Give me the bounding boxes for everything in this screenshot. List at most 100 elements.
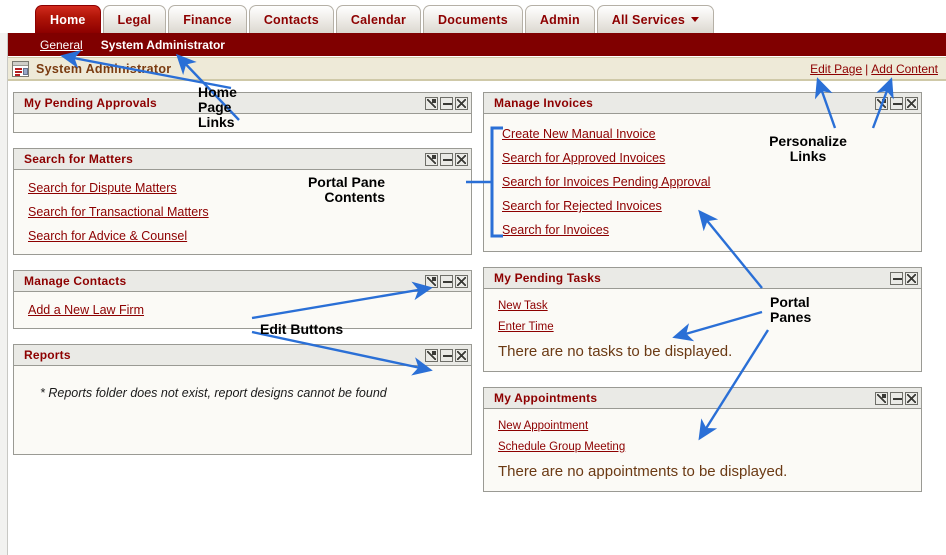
portlet-header: My Pending Approvals (14, 93, 471, 114)
tab-finance[interactable]: Finance (168, 5, 247, 33)
right-portlet-column: Manage Invoices Create New Manual Invoice… (483, 92, 922, 507)
portlet-header: My Appointments (484, 388, 921, 409)
tab-label: Admin (539, 12, 580, 27)
portlet-link[interactable]: Search for Dispute Matters (28, 181, 177, 195)
tab-label: Contacts (263, 12, 319, 27)
tab-legal[interactable]: Legal (102, 5, 167, 33)
close-icon[interactable] (455, 348, 468, 362)
portlet-body: Search for Dispute Matters Search for Tra… (14, 170, 471, 254)
close-icon[interactable] (905, 271, 918, 285)
tab-label: Documents (438, 12, 508, 27)
portlet-search-for-matters: Search for Matters Search for Dispute Mat… (13, 148, 472, 255)
portlet-my-pending-tasks: My Pending Tasks New Task Enter Time There … (483, 267, 922, 372)
portlet-button-group (875, 391, 918, 405)
edit-icon[interactable] (425, 348, 438, 362)
portlet-button-group (425, 96, 468, 110)
tab-label: Finance (183, 12, 232, 27)
add-content-link[interactable]: Add Content (871, 62, 938, 76)
portlet-body: New Task Enter Time There are no tasks to … (484, 289, 921, 371)
portlet-body: Add a New Law Firm (14, 292, 471, 328)
portlet-manage-invoices: Manage Invoices Create New Manual Invoice… (483, 92, 922, 252)
portlet-title: My Pending Approvals (24, 96, 157, 110)
portlet-body: Create New Manual Invoice Search for Appr… (484, 114, 921, 251)
tab-home[interactable]: Home (35, 5, 101, 33)
portlet-button-group (425, 348, 468, 362)
portlet-link[interactable]: Search for Advice & Counsel (28, 229, 187, 243)
portlet-body: * Reports folder does not exist, report … (14, 366, 471, 454)
portlet-title: My Pending Tasks (494, 271, 602, 285)
portlet-reports: Reports * Reports folder does not exist, … (13, 344, 472, 455)
portlet-button-group (425, 152, 468, 166)
portlet-my-appointments: My Appointments New Appointment Schedule G… (483, 387, 922, 492)
tab-label: All Services (611, 12, 686, 27)
edit-icon[interactable] (875, 96, 888, 110)
tab-label: Legal (117, 12, 152, 27)
close-icon[interactable] (455, 274, 468, 288)
portlet-manage-contacts: Manage Contacts Add a New Law Firm (13, 270, 472, 329)
left-portlet-column: My Pending Approvals Search for Matters Se… (13, 92, 472, 470)
portlet-empty-message: There are no appointments to be displaye… (498, 463, 788, 480)
portlet-link[interactable]: Create New Manual Invoice (502, 127, 656, 141)
portlet-link[interactable]: Search for Invoices (502, 223, 609, 237)
edit-icon[interactable] (425, 274, 438, 288)
portlet-title: Manage Invoices (494, 96, 594, 110)
minimize-icon[interactable] (440, 96, 453, 110)
tab-all-services[interactable]: All Services (596, 5, 715, 33)
left-gutter-strip (0, 0, 8, 555)
portlet-link[interactable]: Schedule Group Meeting (498, 441, 625, 453)
minimize-icon[interactable] (440, 152, 453, 166)
portlet-link[interactable]: New Task (498, 300, 548, 312)
close-icon[interactable] (905, 96, 918, 110)
close-icon[interactable] (455, 96, 468, 110)
tab-calendar[interactable]: Calendar (335, 5, 422, 33)
page-title: System Administrator (36, 61, 172, 76)
portal-page-icon (12, 60, 29, 77)
subnav-link-general[interactable]: General (40, 38, 83, 52)
close-icon[interactable] (905, 391, 918, 405)
portlet-my-pending-approvals: My Pending Approvals (13, 92, 472, 133)
portlet-title: My Appointments (494, 391, 598, 405)
portlet-link[interactable]: New Appointment (498, 420, 588, 432)
edit-icon[interactable] (425, 96, 438, 110)
portal-page: Home Legal Finance Contacts Calendar Document… (0, 0, 946, 555)
portlet-header: Manage Contacts (14, 271, 471, 292)
subnav-current-page: System Administrator (100, 37, 225, 52)
personalize-separator: | (865, 61, 869, 76)
portlet-link[interactable]: Search for Rejected Invoices (502, 199, 662, 213)
tab-contacts[interactable]: Contacts (248, 5, 334, 33)
tab-label: Home (50, 12, 86, 27)
portlet-link[interactable]: Search for Transactional Matters (28, 205, 209, 219)
tab-admin[interactable]: Admin (524, 5, 595, 33)
edit-icon[interactable] (875, 391, 888, 405)
minimize-icon[interactable] (440, 348, 453, 362)
sub-navigation-bar: General System Administrator (8, 33, 946, 56)
minimize-icon[interactable] (890, 271, 903, 285)
portlet-header: Search for Matters (14, 149, 471, 170)
portlet-empty-message: There are no tasks to be displayed. (498, 343, 733, 360)
portlet-link[interactable]: Search for Invoices Pending Approval (502, 175, 710, 189)
edit-icon[interactable] (425, 152, 438, 166)
minimize-icon[interactable] (890, 391, 903, 405)
portlet-link[interactable]: Add a New Law Firm (28, 303, 144, 317)
chevron-down-icon (691, 17, 700, 22)
portlet-body (14, 114, 471, 132)
tab-documents[interactable]: Documents (423, 5, 523, 33)
tab-list: Home Legal Finance Contacts Calendar Document… (35, 5, 715, 33)
minimize-icon[interactable] (890, 96, 903, 110)
personalize-links: Edit Page | Add Content (810, 62, 938, 76)
portlet-button-group (875, 96, 918, 110)
minimize-icon[interactable] (440, 274, 453, 288)
close-icon[interactable] (455, 152, 468, 166)
main-tab-bar: Home Legal Finance Contacts Calendar Document… (0, 0, 946, 33)
portlet-title: Reports (24, 348, 71, 362)
portlet-note: * Reports folder does not exist, report … (40, 386, 387, 400)
portlet-link[interactable]: Enter Time (498, 321, 554, 333)
edit-page-link[interactable]: Edit Page (810, 62, 862, 76)
portlet-title: Search for Matters (24, 152, 133, 166)
page-title-bar: System Administrator Edit Page | Add Conte… (8, 57, 946, 81)
portlet-link[interactable]: Search for Approved Invoices (502, 151, 665, 165)
portlet-button-group (425, 274, 468, 288)
portlet-button-group (890, 271, 918, 285)
portlet-header: My Pending Tasks (484, 268, 921, 289)
tab-label: Calendar (350, 12, 407, 27)
